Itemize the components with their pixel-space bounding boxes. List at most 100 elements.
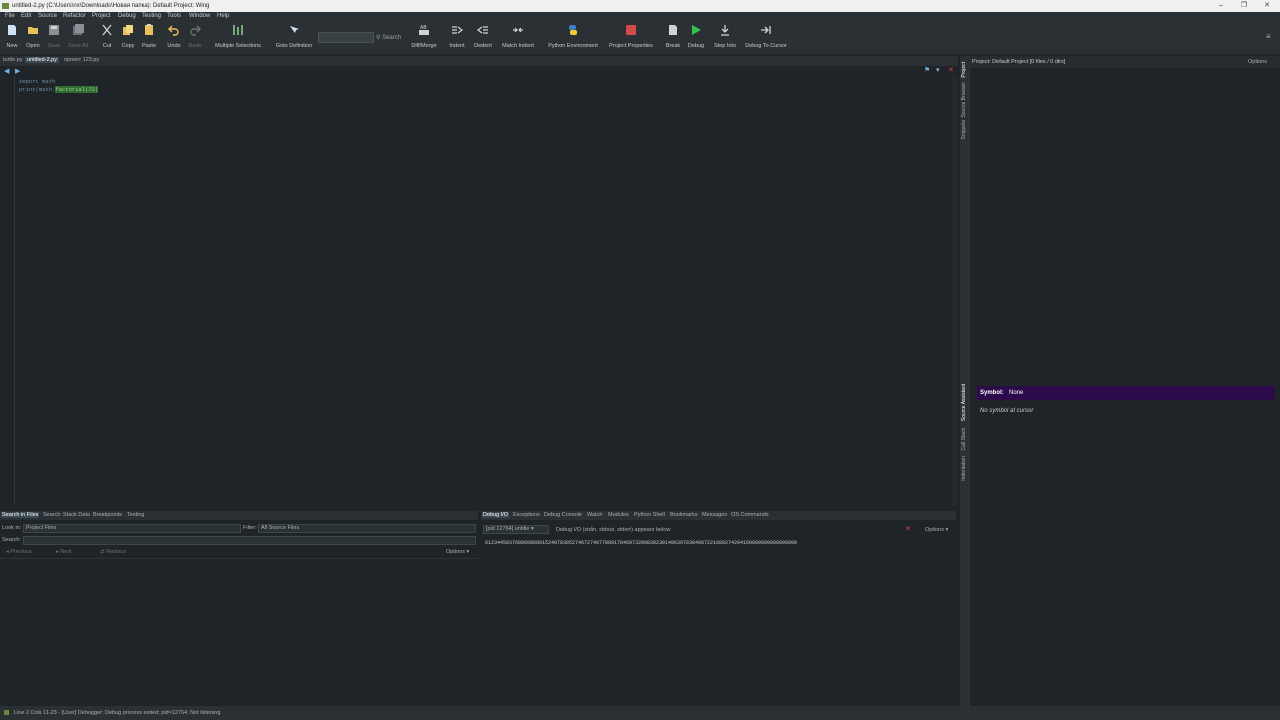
- tab-exceptions[interactable]: Exceptions: [512, 512, 541, 518]
- search-in-files-pane: Look in: Project Files Filter: All Sourc…: [0, 520, 478, 706]
- back-arrow-icon[interactable]: ◀: [4, 67, 9, 75]
- menu-testing[interactable]: Testing: [142, 13, 161, 19]
- redo-button[interactable]: Redo: [187, 24, 203, 49]
- look-in-select[interactable]: Project Files: [23, 524, 241, 533]
- toolbar-search-input[interactable]: [318, 32, 374, 43]
- open-button[interactable]: Open: [25, 24, 41, 49]
- code-editor[interactable]: [0, 76, 950, 506]
- debug-options-button[interactable]: Options ▾: [925, 527, 948, 533]
- symbol-label: Symbol:: [980, 390, 1004, 396]
- previous-button[interactable]: ◂ Previous: [6, 549, 32, 555]
- match-indent-button[interactable]: Match Indent: [499, 24, 537, 49]
- debug-to-cursor-button[interactable]: Debug To Cursor: [742, 24, 790, 49]
- tab-bookmarks[interactable]: Bookmarks: [669, 512, 699, 518]
- close-window-button[interactable]: ✕: [1256, 0, 1278, 12]
- cut-button[interactable]: Cut: [99, 24, 115, 49]
- project-options-button[interactable]: Options: [1248, 59, 1267, 65]
- step-into-icon: [721, 25, 729, 36]
- save-all-button[interactable]: Save All: [66, 24, 90, 49]
- project-header: Project: Default Project [0 files / 0 di…: [970, 56, 1280, 68]
- tab-breakpoints[interactable]: Breakpoints: [92, 512, 123, 518]
- tab-watch[interactable]: Watch: [586, 512, 603, 518]
- replace-button[interactable]: ⇄ Replace: [100, 549, 126, 555]
- menu-source[interactable]: Source: [38, 13, 57, 19]
- side-tab-source-browser[interactable]: Source Browser: [961, 82, 967, 118]
- menu-file[interactable]: File: [5, 13, 15, 19]
- chevron-down-icon[interactable]: ▾: [936, 66, 940, 74]
- debug-panel-tabs: Debug I/O Exceptions Debug Console Watch…: [481, 511, 956, 520]
- break-button[interactable]: Break: [664, 24, 682, 49]
- debug-play-icon: [692, 25, 701, 35]
- python-logo-icon: [569, 25, 577, 35]
- menu-tools[interactable]: Tools: [167, 13, 181, 19]
- tab-os-commands[interactable]: OS Commands: [730, 512, 770, 518]
- close-editor-icon[interactable]: ✕: [948, 66, 954, 74]
- python-environment-button[interactable]: Python Environment: [545, 24, 601, 49]
- side-tab-snippets[interactable]: Snippets: [961, 120, 967, 139]
- minimize-button[interactable]: –: [1210, 0, 1232, 12]
- copy-button[interactable]: Copy: [120, 24, 136, 49]
- project-tree[interactable]: [970, 68, 1280, 378]
- tab-project-123-py[interactable]: проект 123.py: [62, 57, 101, 63]
- debug-button[interactable]: Debug: [686, 24, 706, 49]
- search-input[interactable]: [23, 536, 476, 545]
- side-tab-call-stack[interactable]: Call Stack: [961, 428, 967, 451]
- diff-merge-button[interactable]: AB Diff/Merge: [406, 24, 442, 49]
- scissors-icon: [102, 24, 112, 36]
- tab-debug-io[interactable]: Debug I/O: [482, 512, 510, 518]
- tab-testing[interactable]: Testing: [126, 512, 145, 518]
- debug-output: 6123445837688608686152407038527467274077…: [485, 540, 798, 546]
- open-folder-icon: [28, 27, 38, 34]
- next-button[interactable]: ▸ Next: [56, 549, 72, 555]
- side-tab-source-assistant[interactable]: Source Assistant: [961, 384, 967, 421]
- search-panel-tabs: Search in Files Search Stack Data Breakp…: [0, 511, 478, 520]
- indent-button[interactable]: Indent: [448, 24, 466, 49]
- save-button[interactable]: Save: [46, 24, 62, 49]
- menu-help[interactable]: Help: [217, 13, 229, 19]
- break-icon: [669, 25, 677, 35]
- toolbar-menu-icon[interactable]: ≡: [1266, 32, 1271, 41]
- forward-arrow-icon[interactable]: ▶: [15, 67, 20, 75]
- menu-window[interactable]: Window: [189, 13, 210, 19]
- search-options-button[interactable]: Options ▾: [446, 549, 469, 555]
- tab-untitled-2-py[interactable]: untitled-2.py: [25, 57, 59, 63]
- side-tab-project[interactable]: Project: [961, 62, 967, 78]
- menu-project[interactable]: Project: [92, 13, 111, 19]
- step-into-button[interactable]: Step Into: [711, 24, 739, 49]
- goto-definition-button[interactable]: Goto Definition: [272, 24, 316, 49]
- tab-debug-console[interactable]: Debug Console: [543, 512, 583, 518]
- tab-stack-data[interactable]: Stack Data: [62, 512, 91, 518]
- toolbar: New Open Save Save All Cut Copy Paste Un…: [0, 22, 1280, 54]
- undo-button[interactable]: Undo: [166, 24, 182, 49]
- new-button[interactable]: New: [4, 24, 20, 49]
- tab-python-shell[interactable]: Python Shell: [633, 512, 666, 518]
- paste-button[interactable]: Paste: [141, 24, 157, 49]
- tab-search[interactable]: Search: [42, 512, 61, 518]
- search-results-area: [0, 558, 478, 707]
- editor-header: ◀ ▶ ⚑ ▾ ✕: [0, 66, 958, 76]
- tab-turtle-py[interactable]: turtle.py: [1, 57, 25, 63]
- side-tab-indentation[interactable]: Indentation: [961, 456, 967, 481]
- tab-modules[interactable]: Modules: [607, 512, 630, 518]
- dedent-button[interactable]: Dedent: [472, 24, 494, 49]
- menu-bar: File Edit Source Refactor Project Debug …: [0, 12, 1280, 22]
- close-debug-icon[interactable]: ✕: [905, 525, 911, 533]
- menu-refactor[interactable]: Refactor: [63, 13, 86, 19]
- project-properties-icon: [626, 25, 636, 35]
- project-properties-button[interactable]: Project Properties: [607, 24, 655, 49]
- maximize-button[interactable]: ❐: [1233, 0, 1255, 12]
- menu-edit[interactable]: Edit: [21, 13, 31, 19]
- toolbar-search-label: ⚲ Search: [376, 35, 402, 41]
- process-select[interactable]: [pid 12764] untitle ▾: [483, 525, 549, 534]
- editor-options-icon[interactable]: ⚑: [924, 66, 930, 74]
- wing-app-icon: [2, 3, 9, 9]
- diff-merge-icon: AB: [419, 25, 429, 35]
- menu-debug[interactable]: Debug: [118, 13, 136, 19]
- source-assistant-pane: [970, 384, 1280, 706]
- multiple-selections-button[interactable]: Multiple Selections: [212, 24, 264, 49]
- tab-messages[interactable]: Messages: [701, 512, 728, 518]
- tab-search-in-files[interactable]: Search in Files: [1, 512, 40, 518]
- goto-definition-icon: [290, 26, 299, 33]
- editor-scrollbar[interactable]: [952, 76, 958, 506]
- filter-select[interactable]: All Source Files: [258, 524, 476, 533]
